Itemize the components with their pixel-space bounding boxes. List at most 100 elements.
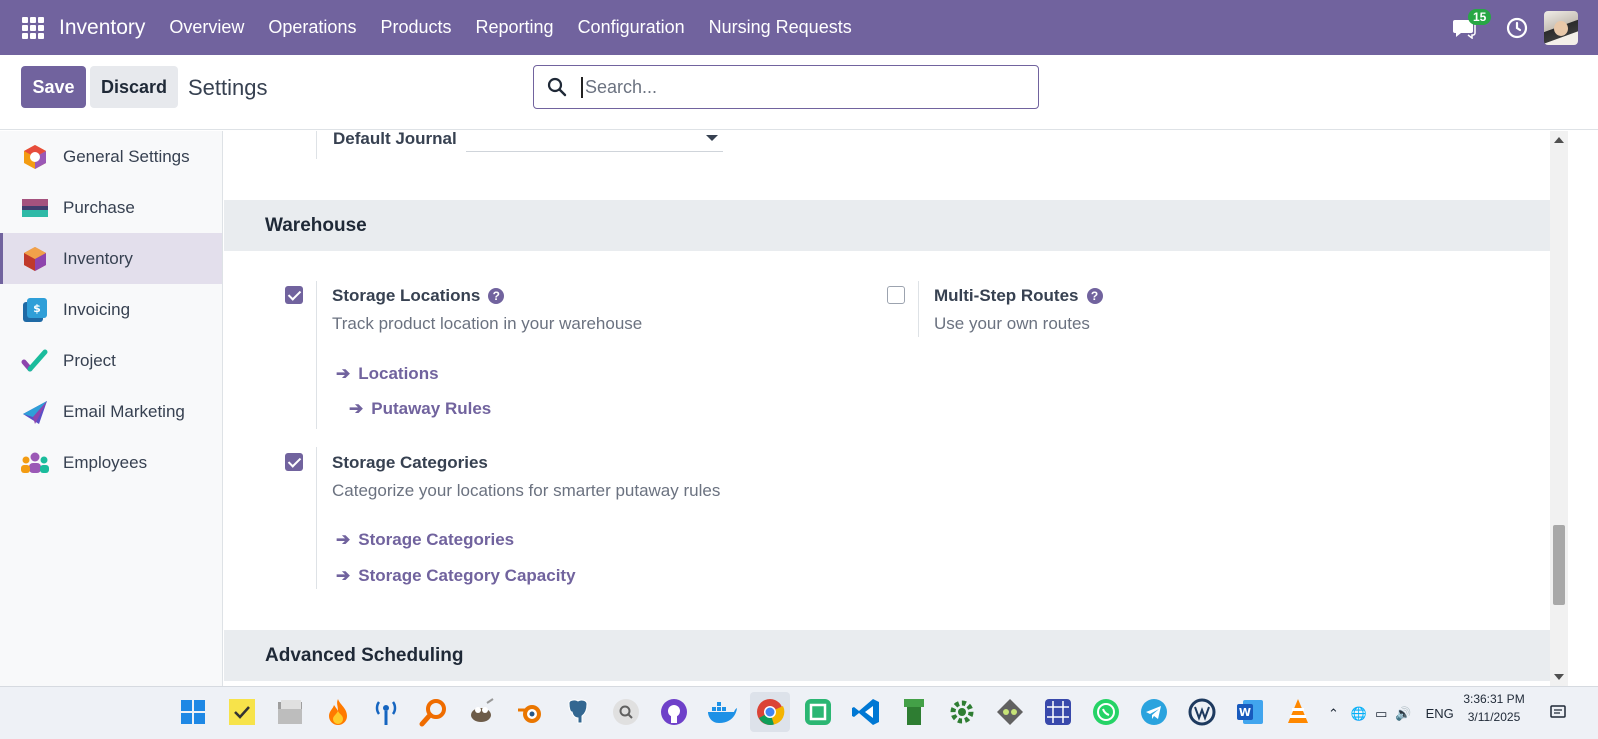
help-icon[interactable]: ? xyxy=(1086,288,1103,304)
user-avatar[interactable] xyxy=(1544,10,1578,45)
locations-link[interactable]: ➔ Locations xyxy=(336,364,439,384)
settings-content: Default Journal Warehouse Storage Locati… xyxy=(224,131,1550,686)
menu-products[interactable]: Products xyxy=(368,17,463,38)
sidebar-item-label: Email Marketing xyxy=(63,401,185,421)
wordpress-icon[interactable] xyxy=(1182,692,1222,732)
word-icon[interactable]: W xyxy=(1230,692,1270,732)
chat-icon[interactable]: 15 xyxy=(1452,8,1492,39)
search-icon xyxy=(547,77,567,97)
employees-icon xyxy=(21,452,49,473)
search-app-icon[interactable] xyxy=(606,692,646,732)
storage-locations-title: Storage Locations? xyxy=(332,286,505,306)
docker-icon[interactable] xyxy=(702,692,742,732)
system-tray: ⌃ 🌐 ▭ 🔊 ENG xyxy=(1328,687,1454,739)
chevron-down-icon xyxy=(706,135,718,141)
advanced-scheduling-section-title: Advanced Scheduling xyxy=(224,630,1550,681)
help-icon[interactable]: ? xyxy=(488,288,505,304)
whatsapp-icon[interactable] xyxy=(1086,692,1126,732)
green-pipe-icon[interactable] xyxy=(894,692,934,732)
purchase-icon xyxy=(22,198,48,217)
search-input[interactable] xyxy=(581,76,1001,98)
language-indicator[interactable]: ENG xyxy=(1426,706,1454,721)
discard-button[interactable]: Discard xyxy=(90,66,178,108)
gear-app-icon[interactable] xyxy=(942,692,982,732)
app-brand[interactable]: Inventory xyxy=(59,16,145,40)
sticky-notes-icon[interactable] xyxy=(222,692,262,732)
putaway-rules-link[interactable]: ➔ Putaway Rules xyxy=(349,399,491,419)
sidebar-item-project[interactable]: Project xyxy=(0,335,222,386)
settings-sidebar: General Settings Purchase Inventory $ In… xyxy=(0,131,223,686)
windows-start-icon[interactable] xyxy=(173,692,213,732)
sidebar-item-email-marketing[interactable]: Email Marketing xyxy=(0,386,222,437)
sidebar-item-invoicing[interactable]: $ Invoicing xyxy=(0,284,222,335)
svg-text:$: $ xyxy=(33,302,41,315)
github-icon[interactable] xyxy=(654,692,694,732)
menu-nursing-requests[interactable]: Nursing Requests xyxy=(697,17,864,38)
vscode-icon[interactable] xyxy=(846,692,886,732)
divider xyxy=(316,281,317,429)
screenshot-tool-icon[interactable] xyxy=(798,692,838,732)
menu-operations[interactable]: Operations xyxy=(256,17,368,38)
file-explorer-icon[interactable] xyxy=(270,692,310,732)
vlc-icon[interactable] xyxy=(1278,692,1318,732)
scroll-up-arrow-icon[interactable] xyxy=(1554,137,1564,143)
windows-taskbar: W ⌃ 🌐 ▭ 🔊 ENG 3:36:31 PM 3/11/2025 xyxy=(0,686,1598,739)
breadcrumb: Settings xyxy=(188,75,268,100)
sidebar-item-inventory[interactable]: Inventory xyxy=(0,233,222,284)
inventory-icon xyxy=(24,246,46,271)
sidebar-item-purchase[interactable]: Purchase xyxy=(0,182,222,233)
divider xyxy=(918,281,919,337)
app-menu-icon[interactable] xyxy=(22,16,44,39)
network-globe-icon[interactable]: 🌐 xyxy=(1351,706,1367,722)
sidebar-item-label: Employees xyxy=(63,452,148,472)
search-box[interactable] xyxy=(533,65,1039,109)
menu-configuration[interactable]: Configuration xyxy=(566,17,697,38)
menu-overview[interactable]: Overview xyxy=(157,17,256,38)
content-scrollbar[interactable] xyxy=(1550,131,1568,686)
activity-clock-icon[interactable] xyxy=(1506,17,1528,39)
warehouse-section-title: Warehouse xyxy=(224,200,1550,251)
sidebar-item-label: General Settings xyxy=(63,146,190,166)
storage-categories-checkbox[interactable] xyxy=(285,453,303,471)
scroll-down-arrow-icon[interactable] xyxy=(1554,674,1564,680)
storage-categories-title: Storage Categories xyxy=(332,453,488,472)
sidebar-item-general-settings[interactable]: General Settings xyxy=(0,131,222,182)
arrow-right-icon: ➔ xyxy=(336,364,351,383)
volume-icon[interactable]: 🔊 xyxy=(1395,706,1411,722)
sidebar-item-label: Invoicing xyxy=(63,299,131,319)
game-app-icon[interactable] xyxy=(990,692,1030,732)
show-hidden-icons-icon[interactable]: ⌃ xyxy=(1328,706,1339,722)
blender-icon[interactable] xyxy=(510,692,550,732)
menu-reporting[interactable]: Reporting xyxy=(464,17,566,38)
sidebar-item-label: Purchase xyxy=(63,197,135,217)
storage-locations-checkbox[interactable] xyxy=(285,286,303,304)
chrome-icon[interactable] xyxy=(750,692,790,732)
storage-locations-description: Track product location in your warehouse xyxy=(332,314,643,333)
multi-step-routes-checkbox[interactable] xyxy=(887,286,905,304)
gimp-icon[interactable] xyxy=(462,692,502,732)
grid-app-icon[interactable] xyxy=(1038,692,1078,732)
default-journal-select[interactable] xyxy=(466,131,723,152)
postgresql-icon[interactable] xyxy=(558,692,598,732)
taskbar-time: 3:36:31 PM xyxy=(1463,692,1525,706)
storage-category-capacity-link[interactable]: ➔ Storage Category Capacity xyxy=(336,566,576,586)
taskbar-clock[interactable]: 3:36:31 PM 3/11/2025 xyxy=(1452,690,1536,726)
wireless-tool-icon[interactable] xyxy=(366,692,406,732)
project-icon xyxy=(21,349,48,371)
chat-count-badge: 15 xyxy=(1468,8,1492,25)
notifications-icon[interactable] xyxy=(1543,692,1573,732)
default-journal-label: Default Journal xyxy=(333,131,457,148)
sidebar-item-label: Inventory xyxy=(63,248,133,268)
multi-step-routes-title: Multi-Step Routes? xyxy=(934,286,1103,306)
sidebar-item-employees[interactable]: Employees xyxy=(0,437,222,488)
save-button[interactable]: Save xyxy=(21,66,86,108)
battery-icon[interactable]: ▭ xyxy=(1375,706,1387,722)
storage-categories-link[interactable]: ➔ Storage Categories xyxy=(336,530,514,550)
storage-categories-description: Categorize your locations for smarter pu… xyxy=(332,481,721,500)
search-tool-icon[interactable] xyxy=(414,692,454,732)
general-settings-icon xyxy=(24,144,46,169)
scrollbar-thumb[interactable] xyxy=(1553,525,1565,605)
firebase-icon[interactable] xyxy=(318,692,358,732)
taskbar-date: 3/11/2025 xyxy=(1467,710,1521,724)
telegram-icon[interactable] xyxy=(1134,692,1174,732)
